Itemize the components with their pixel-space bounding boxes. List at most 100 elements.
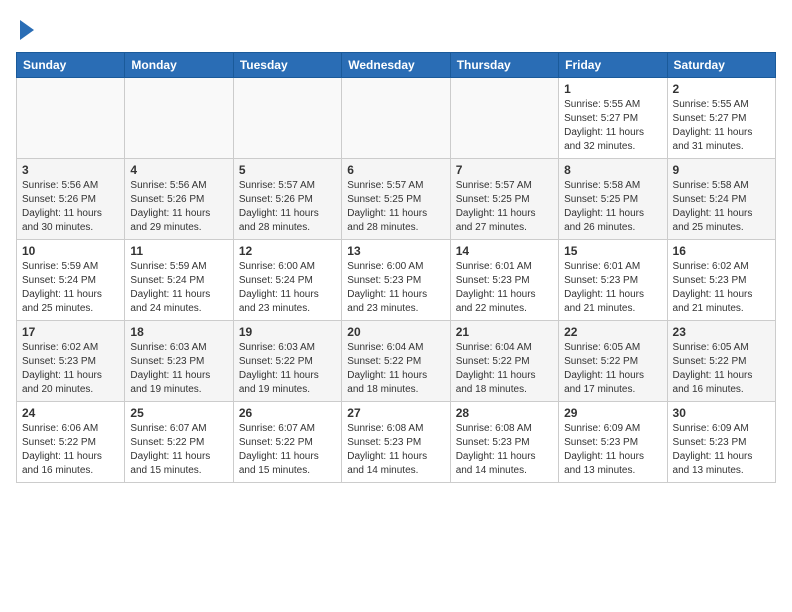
col-header-tuesday: Tuesday: [233, 53, 341, 78]
day-number: 17: [22, 325, 119, 339]
col-header-monday: Monday: [125, 53, 233, 78]
day-number: 21: [456, 325, 553, 339]
day-number: 7: [456, 163, 553, 177]
day-info: Sunrise: 5:58 AM Sunset: 5:24 PM Dayligh…: [673, 179, 770, 235]
day-cell: 3 Sunrise: 5:56 AM Sunset: 5:26 PM Daylig…: [17, 159, 125, 240]
day-info: Sunrise: 6:04 AM Sunset: 5:22 PM Dayligh…: [456, 341, 553, 397]
logo-arrow-icon: [20, 20, 34, 40]
day-number: 14: [456, 244, 553, 258]
day-info: Sunrise: 5:58 AM Sunset: 5:25 PM Dayligh…: [564, 179, 661, 235]
day-number: 28: [456, 406, 553, 420]
day-info: Sunrise: 5:55 AM Sunset: 5:27 PM Dayligh…: [673, 98, 770, 154]
day-cell: 14Sunrise: 6:01 AM Sunset: 5:23 PM Dayli…: [450, 240, 558, 321]
day-cell: [17, 78, 125, 159]
day-cell: 10 Sunrise: 5:59 AM Sunset: 5:24 PM Dayli…: [17, 240, 125, 321]
day-cell: 27Sunrise: 6:08 AM Sunset: 5:23 PM Dayli…: [342, 402, 450, 483]
week-row-2: 3 Sunrise: 5:56 AM Sunset: 5:26 PM Daylig…: [17, 159, 776, 240]
day-info: Sunrise: 6:02 AM Sunset: 5:23 PM Dayligh…: [22, 341, 119, 397]
day-cell: 6Sunrise: 5:57 AM Sunset: 5:25 PM Daylig…: [342, 159, 450, 240]
day-number: 29: [564, 406, 661, 420]
day-cell: 18 Sunrise: 6:03 AM Sunset: 5:23 PM Dayli…: [125, 321, 233, 402]
day-number: 16: [673, 244, 770, 258]
day-info: Sunrise: 5:59 AM Sunset: 5:24 PM Dayligh…: [130, 260, 227, 316]
day-number: 15: [564, 244, 661, 258]
day-cell: 19Sunrise: 6:03 AM Sunset: 5:22 PM Dayli…: [233, 321, 341, 402]
day-cell: 30Sunrise: 6:09 AM Sunset: 5:23 PM Dayli…: [667, 402, 775, 483]
header: [16, 16, 776, 40]
day-info: Sunrise: 6:07 AM Sunset: 5:22 PM Dayligh…: [239, 422, 336, 478]
day-cell: 13 Sunrise: 6:00 AM Sunset: 5:23 PM Dayli…: [342, 240, 450, 321]
day-number: 10: [22, 244, 119, 258]
day-cell: 12Sunrise: 6:00 AM Sunset: 5:24 PM Dayli…: [233, 240, 341, 321]
day-cell: 16 Sunrise: 6:02 AM Sunset: 5:23 PM Dayli…: [667, 240, 775, 321]
week-row-4: 17 Sunrise: 6:02 AM Sunset: 5:23 PM Dayli…: [17, 321, 776, 402]
day-cell: 1 Sunrise: 5:55 AM Sunset: 5:27 PM Daylig…: [559, 78, 667, 159]
day-cell: 17 Sunrise: 6:02 AM Sunset: 5:23 PM Dayli…: [17, 321, 125, 402]
col-header-saturday: Saturday: [667, 53, 775, 78]
day-cell: 15 Sunrise: 6:01 AM Sunset: 5:23 PM Dayli…: [559, 240, 667, 321]
day-number: 22: [564, 325, 661, 339]
week-row-3: 10 Sunrise: 5:59 AM Sunset: 5:24 PM Dayli…: [17, 240, 776, 321]
day-cell: [125, 78, 233, 159]
day-info: Sunrise: 6:00 AM Sunset: 5:24 PM Dayligh…: [239, 260, 336, 316]
day-info: Sunrise: 6:07 AM Sunset: 5:22 PM Dayligh…: [130, 422, 227, 478]
day-cell: [342, 78, 450, 159]
day-number: 4: [130, 163, 227, 177]
day-cell: 20 Sunrise: 6:04 AM Sunset: 5:22 PM Dayli…: [342, 321, 450, 402]
col-header-sunday: Sunday: [17, 53, 125, 78]
day-cell: 26Sunrise: 6:07 AM Sunset: 5:22 PM Dayli…: [233, 402, 341, 483]
day-cell: 5 Sunrise: 5:57 AM Sunset: 5:26 PM Daylig…: [233, 159, 341, 240]
day-info: Sunrise: 5:59 AM Sunset: 5:24 PM Dayligh…: [22, 260, 119, 316]
day-info: Sunrise: 6:09 AM Sunset: 5:23 PM Dayligh…: [564, 422, 661, 478]
day-info: Sunrise: 5:57 AM Sunset: 5:25 PM Dayligh…: [456, 179, 553, 235]
day-cell: 29 Sunrise: 6:09 AM Sunset: 5:23 PM Dayli…: [559, 402, 667, 483]
col-header-thursday: Thursday: [450, 53, 558, 78]
day-info: Sunrise: 6:08 AM Sunset: 5:23 PM Dayligh…: [456, 422, 553, 478]
day-cell: [233, 78, 341, 159]
day-number: 30: [673, 406, 770, 420]
day-number: 1: [564, 82, 661, 96]
week-row-1: 1 Sunrise: 5:55 AM Sunset: 5:27 PM Daylig…: [17, 78, 776, 159]
day-cell: 7 Sunrise: 5:57 AM Sunset: 5:25 PM Daylig…: [450, 159, 558, 240]
day-info: Sunrise: 6:05 AM Sunset: 5:22 PM Dayligh…: [673, 341, 770, 397]
day-number: 8: [564, 163, 661, 177]
day-info: Sunrise: 5:56 AM Sunset: 5:26 PM Dayligh…: [22, 179, 119, 235]
day-cell: 23 Sunrise: 6:05 AM Sunset: 5:22 PM Dayli…: [667, 321, 775, 402]
day-number: 11: [130, 244, 227, 258]
day-info: Sunrise: 6:03 AM Sunset: 5:23 PM Dayligh…: [130, 341, 227, 397]
calendar-header-row: SundayMondayTuesdayWednesdayThursdayFrid…: [17, 53, 776, 78]
day-number: 2: [673, 82, 770, 96]
day-info: Sunrise: 6:08 AM Sunset: 5:23 PM Dayligh…: [347, 422, 444, 478]
col-header-wednesday: Wednesday: [342, 53, 450, 78]
day-cell: 9 Sunrise: 5:58 AM Sunset: 5:24 PM Daylig…: [667, 159, 775, 240]
day-cell: 28 Sunrise: 6:08 AM Sunset: 5:23 PM Dayli…: [450, 402, 558, 483]
day-info: Sunrise: 6:04 AM Sunset: 5:22 PM Dayligh…: [347, 341, 444, 397]
week-row-5: 24Sunrise: 6:06 AM Sunset: 5:22 PM Dayli…: [17, 402, 776, 483]
calendar: SundayMondayTuesdayWednesdayThursdayFrid…: [16, 52, 776, 483]
day-info: Sunrise: 5:57 AM Sunset: 5:26 PM Dayligh…: [239, 179, 336, 235]
col-header-friday: Friday: [559, 53, 667, 78]
day-cell: 24Sunrise: 6:06 AM Sunset: 5:22 PM Dayli…: [17, 402, 125, 483]
day-number: 3: [22, 163, 119, 177]
day-number: 5: [239, 163, 336, 177]
day-number: 25: [130, 406, 227, 420]
day-number: 6: [347, 163, 444, 177]
day-cell: 22 Sunrise: 6:05 AM Sunset: 5:22 PM Dayli…: [559, 321, 667, 402]
day-number: 18: [130, 325, 227, 339]
day-cell: 21 Sunrise: 6:04 AM Sunset: 5:22 PM Dayli…: [450, 321, 558, 402]
day-info: Sunrise: 5:55 AM Sunset: 5:27 PM Dayligh…: [564, 98, 661, 154]
day-number: 24: [22, 406, 119, 420]
day-info: Sunrise: 6:05 AM Sunset: 5:22 PM Dayligh…: [564, 341, 661, 397]
day-number: 20: [347, 325, 444, 339]
day-number: 13: [347, 244, 444, 258]
day-info: Sunrise: 6:02 AM Sunset: 5:23 PM Dayligh…: [673, 260, 770, 316]
day-cell: 2 Sunrise: 5:55 AM Sunset: 5:27 PM Daylig…: [667, 78, 775, 159]
day-cell: [450, 78, 558, 159]
day-cell: 4Sunrise: 5:56 AM Sunset: 5:26 PM Daylig…: [125, 159, 233, 240]
day-number: 19: [239, 325, 336, 339]
day-number: 23: [673, 325, 770, 339]
day-info: Sunrise: 6:01 AM Sunset: 5:23 PM Dayligh…: [564, 260, 661, 316]
day-cell: 11 Sunrise: 5:59 AM Sunset: 5:24 PM Dayli…: [125, 240, 233, 321]
day-info: Sunrise: 6:00 AM Sunset: 5:23 PM Dayligh…: [347, 260, 444, 316]
day-number: 9: [673, 163, 770, 177]
